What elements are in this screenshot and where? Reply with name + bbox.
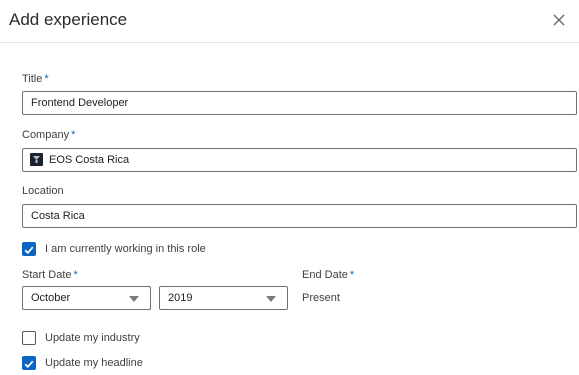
start-date-label: Start Date * bbox=[22, 269, 78, 281]
add-experience-dialog: Add experience Title * Frontend Developer… bbox=[0, 0, 579, 372]
company-label: Company * bbox=[22, 129, 75, 141]
end-date-label: End Date * bbox=[302, 269, 354, 281]
title-input[interactable]: Frontend Developer bbox=[22, 91, 577, 115]
company-input[interactable]: EOS Costa Rica bbox=[22, 148, 577, 172]
end-date-value: Present bbox=[302, 292, 340, 304]
location-label-text: Location bbox=[22, 185, 64, 197]
title-label-text: Title bbox=[22, 73, 43, 85]
location-input[interactable]: Costa Rica bbox=[22, 204, 577, 228]
company-logo-icon bbox=[30, 153, 43, 166]
checkmark-icon bbox=[24, 360, 34, 369]
currently-working-checkbox[interactable] bbox=[22, 242, 36, 256]
chevron-down-icon bbox=[129, 296, 139, 302]
update-headline-label: Update my headline bbox=[45, 357, 143, 369]
company-label-text: Company bbox=[22, 129, 70, 141]
chevron-down-icon bbox=[266, 296, 276, 302]
required-marker: * bbox=[73, 269, 78, 281]
end-date-label-text: End Date bbox=[302, 269, 348, 281]
currently-working-label: I am currently working in this role bbox=[45, 243, 206, 255]
company-input-value: EOS Costa Rica bbox=[49, 154, 130, 166]
close-icon[interactable] bbox=[550, 11, 568, 29]
title-label: Title * bbox=[22, 73, 49, 85]
location-input-value: Costa Rica bbox=[31, 210, 85, 222]
start-year-select[interactable]: 2019 bbox=[159, 286, 288, 310]
dialog-title: Add experience bbox=[9, 10, 128, 29]
start-date-label-text: Start Date bbox=[22, 269, 72, 281]
start-month-value: October bbox=[31, 292, 71, 304]
location-label: Location bbox=[22, 185, 64, 197]
title-input-value: Frontend Developer bbox=[31, 97, 129, 109]
update-headline-checkbox[interactable] bbox=[22, 356, 36, 370]
required-marker: * bbox=[44, 73, 49, 85]
checkmark-icon bbox=[24, 246, 34, 255]
start-year-value: 2019 bbox=[168, 292, 193, 304]
dialog-header: Add experience bbox=[0, 0, 579, 43]
update-industry-label: Update my industry bbox=[45, 332, 140, 344]
update-industry-checkbox[interactable] bbox=[22, 331, 36, 345]
required-marker: * bbox=[349, 269, 355, 281]
required-marker: * bbox=[71, 129, 76, 141]
start-month-select[interactable]: October bbox=[22, 286, 151, 310]
